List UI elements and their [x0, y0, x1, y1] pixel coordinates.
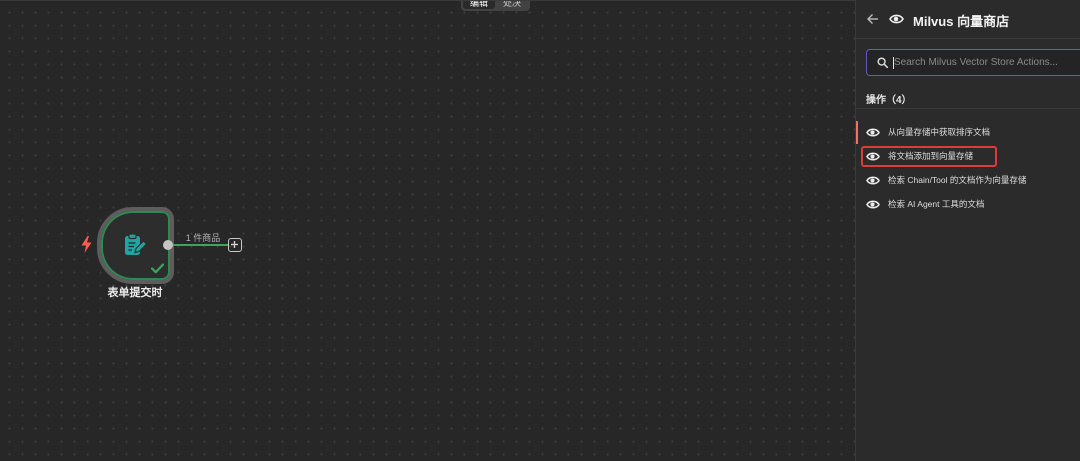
header-divider [856, 38, 1080, 39]
node-label: 表单提交时 [107, 287, 163, 299]
section-divider [856, 108, 1080, 109]
connection-line[interactable] [173, 244, 228, 246]
add-node-button[interactable] [228, 238, 242, 252]
search-icon [877, 57, 888, 68]
action-label: 检索 Chain/Tool 的文档作为向量存储 [888, 175, 1027, 185]
active-indicator [856, 193, 858, 216]
plus-icon [231, 241, 238, 248]
lightning-icon [81, 236, 92, 253]
search-input[interactable] [892, 50, 1080, 75]
action-item[interactable]: 将文档添加到向量存储 [856, 145, 1080, 168]
action-label: 从向量存储中获取排序文档 [888, 127, 991, 137]
milvus-logo-icon [866, 128, 880, 137]
connection-item-count: 1 件商品 [185, 233, 221, 243]
action-label: 检索 AI Agent 工具的文档 [888, 199, 985, 209]
milvus-logo-icon [866, 200, 880, 209]
panel-title: Milvus 向量商店 [913, 14, 1010, 29]
milvus-logo-icon [889, 14, 904, 24]
check-icon [151, 263, 164, 274]
search-field[interactable] [866, 49, 1080, 76]
actions-section-title: 操作（4） [866, 95, 912, 106]
workflow-canvas[interactable]: 编辑 处决 1 件商品 表单提交时 [0, 0, 855, 461]
node-creator-panel: Milvus 向量商店 操作（4） 从向量存储中获取排序文档 将文档添加到向量存… [855, 0, 1080, 461]
milvus-logo-icon [866, 176, 880, 185]
tab-edit[interactable]: 编辑 [463, 1, 495, 9]
active-indicator [856, 169, 858, 192]
form-icon [125, 233, 148, 255]
action-item[interactable]: 检索 Chain/Tool 的文档作为向量存储 [856, 169, 1080, 192]
mode-switcher: 编辑 处决 [461, 1, 530, 11]
action-item[interactable]: 从向量存储中获取排序文档 [856, 121, 1080, 144]
action-label: 将文档添加到向量存储 [888, 151, 974, 161]
active-indicator [856, 121, 858, 144]
milvus-logo-icon [866, 152, 880, 161]
tab-executions[interactable]: 处决 [496, 1, 528, 9]
arrow-left-icon[interactable] [867, 13, 879, 25]
action-item[interactable]: 检索 AI Agent 工具的文档 [856, 193, 1080, 216]
active-indicator [856, 145, 858, 168]
